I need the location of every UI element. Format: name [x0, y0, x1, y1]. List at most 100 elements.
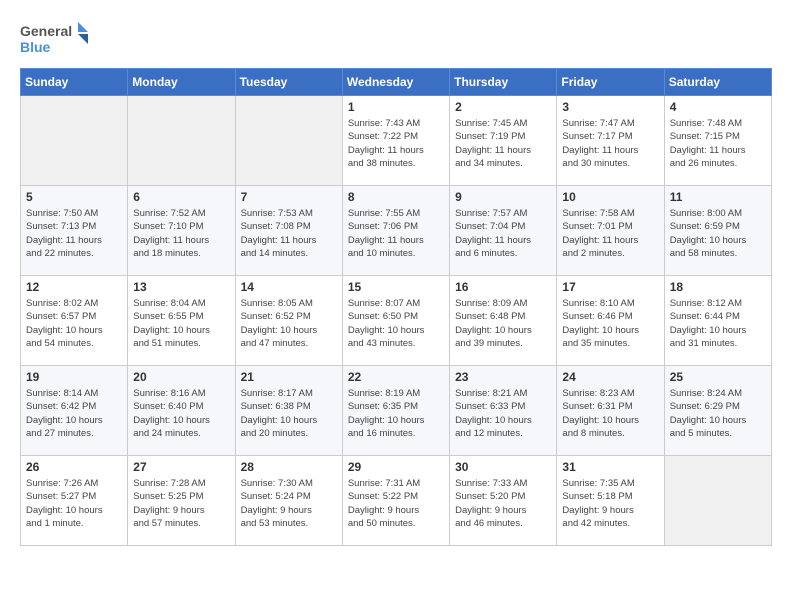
calendar-cell: 2 Sunrise: 7:45 AM Sunset: 7:19 PM Daylig… [450, 96, 557, 186]
calendar-cell: 16 Sunrise: 8:09 AM Sunset: 6:48 PM Dayli… [450, 276, 557, 366]
calendar-cell: 30 Sunrise: 7:33 AM Sunset: 5:20 PM Dayli… [450, 456, 557, 546]
day-number: 21 [241, 370, 337, 384]
day-info: Sunrise: 8:19 AM Sunset: 6:35 PM Dayligh… [348, 387, 444, 440]
day-number: 3 [562, 100, 658, 114]
day-number: 30 [455, 460, 551, 474]
calendar-cell: 3 Sunrise: 7:47 AM Sunset: 7:17 PM Daylig… [557, 96, 664, 186]
calendar-cell: 8 Sunrise: 7:55 AM Sunset: 7:06 PM Daylig… [342, 186, 449, 276]
day-info: Sunrise: 8:07 AM Sunset: 6:50 PM Dayligh… [348, 297, 444, 350]
day-number: 7 [241, 190, 337, 204]
day-info: Sunrise: 7:33 AM Sunset: 5:20 PM Dayligh… [455, 477, 551, 530]
calendar-cell: 28 Sunrise: 7:30 AM Sunset: 5:24 PM Dayli… [235, 456, 342, 546]
day-info: Sunrise: 7:47 AM Sunset: 7:17 PM Dayligh… [562, 117, 658, 170]
day-info: Sunrise: 8:14 AM Sunset: 6:42 PM Dayligh… [26, 387, 122, 440]
day-number: 14 [241, 280, 337, 294]
day-info: Sunrise: 8:16 AM Sunset: 6:40 PM Dayligh… [133, 387, 229, 440]
calendar-cell: 26 Sunrise: 7:26 AM Sunset: 5:27 PM Dayli… [21, 456, 128, 546]
day-info: Sunrise: 7:43 AM Sunset: 7:22 PM Dayligh… [348, 117, 444, 170]
day-info: Sunrise: 7:45 AM Sunset: 7:19 PM Dayligh… [455, 117, 551, 170]
weekday-header-tuesday: Tuesday [235, 69, 342, 96]
day-info: Sunrise: 8:23 AM Sunset: 6:31 PM Dayligh… [562, 387, 658, 440]
day-info: Sunrise: 8:21 AM Sunset: 6:33 PM Dayligh… [455, 387, 551, 440]
calendar-cell: 11 Sunrise: 8:00 AM Sunset: 6:59 PM Dayli… [664, 186, 771, 276]
day-number: 22 [348, 370, 444, 384]
day-number: 19 [26, 370, 122, 384]
day-number: 4 [670, 100, 766, 114]
day-number: 16 [455, 280, 551, 294]
day-info: Sunrise: 7:57 AM Sunset: 7:04 PM Dayligh… [455, 207, 551, 260]
day-number: 29 [348, 460, 444, 474]
day-number: 9 [455, 190, 551, 204]
day-info: Sunrise: 8:09 AM Sunset: 6:48 PM Dayligh… [455, 297, 551, 350]
day-number: 5 [26, 190, 122, 204]
day-number: 8 [348, 190, 444, 204]
calendar-cell: 1 Sunrise: 7:43 AM Sunset: 7:22 PM Daylig… [342, 96, 449, 186]
day-info: Sunrise: 7:30 AM Sunset: 5:24 PM Dayligh… [241, 477, 337, 530]
calendar-cell: 19 Sunrise: 8:14 AM Sunset: 6:42 PM Dayli… [21, 366, 128, 456]
weekday-header-saturday: Saturday [664, 69, 771, 96]
calendar-cell: 12 Sunrise: 8:02 AM Sunset: 6:57 PM Dayli… [21, 276, 128, 366]
day-info: Sunrise: 8:24 AM Sunset: 6:29 PM Dayligh… [670, 387, 766, 440]
day-number: 20 [133, 370, 229, 384]
calendar-cell: 24 Sunrise: 8:23 AM Sunset: 6:31 PM Dayli… [557, 366, 664, 456]
calendar-cell: 6Sunrise: 7:52 AM Sunset: 7:10 PM Daylig… [128, 186, 235, 276]
calendar-table: SundayMondayTuesdayWednesdayThursdayFrid… [20, 68, 772, 546]
day-info: Sunrise: 7:26 AM Sunset: 5:27 PM Dayligh… [26, 477, 122, 530]
calendar-cell: 14 Sunrise: 8:05 AM Sunset: 6:52 PM Dayli… [235, 276, 342, 366]
calendar-cell: 23 Sunrise: 8:21 AM Sunset: 6:33 PM Dayli… [450, 366, 557, 456]
day-number: 24 [562, 370, 658, 384]
calendar-cell: 25 Sunrise: 8:24 AM Sunset: 6:29 PM Dayli… [664, 366, 771, 456]
svg-text:Blue: Blue [20, 39, 51, 55]
day-info: Sunrise: 8:04 AM Sunset: 6:55 PM Dayligh… [133, 297, 229, 350]
day-info: Sunrise: 8:12 AM Sunset: 6:44 PM Dayligh… [670, 297, 766, 350]
day-info: Sunrise: 8:00 AM Sunset: 6:59 PM Dayligh… [670, 207, 766, 260]
calendar-cell [664, 456, 771, 546]
day-number: 1 [348, 100, 444, 114]
weekday-header-wednesday: Wednesday [342, 69, 449, 96]
day-number: 2 [455, 100, 551, 114]
weekday-header-thursday: Thursday [450, 69, 557, 96]
weekday-header-sunday: Sunday [21, 69, 128, 96]
calendar-cell: 15 Sunrise: 8:07 AM Sunset: 6:50 PM Dayli… [342, 276, 449, 366]
calendar-cell: 22 Sunrise: 8:19 AM Sunset: 6:35 PM Dayli… [342, 366, 449, 456]
day-info: Sunrise: 7:55 AM Sunset: 7:06 PM Dayligh… [348, 207, 444, 260]
day-info: Sunrise: 8:17 AM Sunset: 6:38 PM Dayligh… [241, 387, 337, 440]
calendar-cell: 5 Sunrise: 7:50 AM Sunset: 7:13 PM Daylig… [21, 186, 128, 276]
day-info: Sunrise: 7:58 AM Sunset: 7:01 PM Dayligh… [562, 207, 658, 260]
day-number: 13 [133, 280, 229, 294]
day-number: 17 [562, 280, 658, 294]
calendar-cell: 29 Sunrise: 7:31 AM Sunset: 5:22 PM Dayli… [342, 456, 449, 546]
calendar-cell: 17Sunrise: 8:10 AM Sunset: 6:46 PM Dayli… [557, 276, 664, 366]
logo-svg: General Blue [20, 20, 90, 58]
day-number: 12 [26, 280, 122, 294]
day-number: 25 [670, 370, 766, 384]
day-number: 28 [241, 460, 337, 474]
calendar-week-row: 26 Sunrise: 7:26 AM Sunset: 5:27 PM Dayli… [21, 456, 772, 546]
calendar-cell: 21 Sunrise: 8:17 AM Sunset: 6:38 PM Dayli… [235, 366, 342, 456]
day-info: Sunrise: 8:05 AM Sunset: 6:52 PM Dayligh… [241, 297, 337, 350]
day-info: Sunrise: 7:31 AM Sunset: 5:22 PM Dayligh… [348, 477, 444, 530]
day-number: 23 [455, 370, 551, 384]
calendar-cell: 10Sunrise: 7:58 AM Sunset: 7:01 PM Dayli… [557, 186, 664, 276]
day-number: 15 [348, 280, 444, 294]
weekday-header-row: SundayMondayTuesdayWednesdayThursdayFrid… [21, 69, 772, 96]
day-info: Sunrise: 7:52 AM Sunset: 7:10 PM Dayligh… [133, 207, 229, 260]
weekday-header-friday: Friday [557, 69, 664, 96]
day-info: Sunrise: 7:50 AM Sunset: 7:13 PM Dayligh… [26, 207, 122, 260]
day-info: Sunrise: 7:48 AM Sunset: 7:15 PM Dayligh… [670, 117, 766, 170]
day-number: 31 [562, 460, 658, 474]
day-number: 11 [670, 190, 766, 204]
day-number: 26 [26, 460, 122, 474]
day-info: Sunrise: 7:28 AM Sunset: 5:25 PM Dayligh… [133, 477, 229, 530]
weekday-header-monday: Monday [128, 69, 235, 96]
day-info: Sunrise: 8:02 AM Sunset: 6:57 PM Dayligh… [26, 297, 122, 350]
calendar-cell: 20 Sunrise: 8:16 AM Sunset: 6:40 PM Dayli… [128, 366, 235, 456]
day-info: Sunrise: 7:53 AM Sunset: 7:08 PM Dayligh… [241, 207, 337, 260]
header: General Blue [20, 20, 772, 58]
calendar-cell [128, 96, 235, 186]
day-number: 18 [670, 280, 766, 294]
svg-text:General: General [20, 23, 72, 39]
calendar-cell: 9 Sunrise: 7:57 AM Sunset: 7:04 PM Daylig… [450, 186, 557, 276]
calendar-cell: 4 Sunrise: 7:48 AM Sunset: 7:15 PM Daylig… [664, 96, 771, 186]
calendar-cell: 18 Sunrise: 8:12 AM Sunset: 6:44 PM Dayli… [664, 276, 771, 366]
